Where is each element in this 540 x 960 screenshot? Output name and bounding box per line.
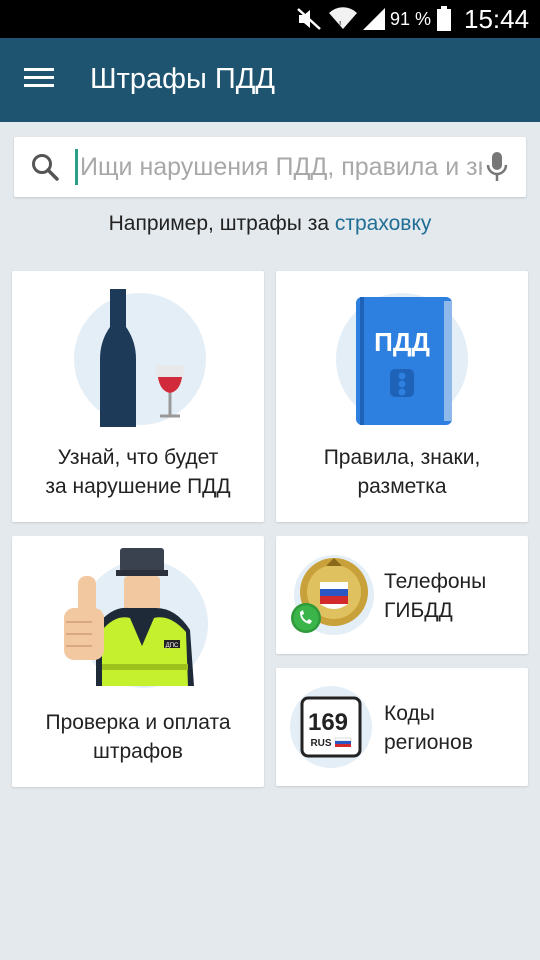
gibdd-emblem-phone-icon [291,555,374,635]
battery-percent: 91 % [390,9,432,29]
traffic-officer-icon: ДПС [64,548,208,688]
status-bar: ! 91 % 15:44 [0,0,540,38]
rules-book-icon: ПДД [336,293,468,425]
card-fines[interactable]: ДПС Проверка и оплата штрафов [12,536,264,787]
signal-icon [363,8,385,30]
license-plate-region-icon: 169 RUS [290,686,372,768]
wifi-icon: ! [329,7,357,29]
book-label: ПДД [374,327,430,357]
card-phones-line2: ГИБДД [384,599,453,622]
card-regions-line2: регионов [384,731,473,754]
search-hint: Например, штрафы за страховку [0,212,540,236]
card-phones-line1: Телефоны [384,570,487,593]
search-bar [14,137,526,197]
card-rules-line1: Правила, знаки, [323,446,481,469]
mute-icon [297,8,321,30]
search-icon[interactable] [30,152,60,182]
hint-link[interactable]: страховку [335,212,432,235]
card-rules[interactable]: ПДД Правила, знаки, разметка [276,271,528,522]
microphone-icon[interactable] [484,150,510,184]
battery-icon [437,6,451,31]
officer-badge: ДПС [166,643,179,649]
clock: 15:44 [464,4,530,34]
plate-number: 169 [308,709,348,736]
svg-text:!: ! [339,20,341,29]
app-bar: Штрафы ПДД [0,38,540,122]
search-input[interactable] [80,145,482,189]
card-violations[interactable]: Узнай, что будет за нарушение ПДД [12,271,264,522]
card-fines-line2: штрафов [93,740,183,763]
page-title: Штрафы ПДД [90,63,276,95]
card-regions-line1: Коды [384,702,435,725]
plate-country: RUS [310,738,331,749]
card-regions[interactable]: 169 RUS Коды регионов [276,668,528,786]
hamburger-menu-icon[interactable] [22,64,62,96]
card-rules-line2: разметка [357,475,447,498]
text-cursor [75,149,78,185]
wine-bottle-icon [74,289,206,427]
card-violations-line2: за нарушение ПДД [45,475,231,498]
card-fines-line1: Проверка и оплата [45,711,231,734]
card-violations-line1: Узнай, что будет [57,446,219,469]
hint-text: Например, штрафы за [108,212,335,235]
card-phones[interactable]: Телефоны ГИБДД [276,536,528,654]
